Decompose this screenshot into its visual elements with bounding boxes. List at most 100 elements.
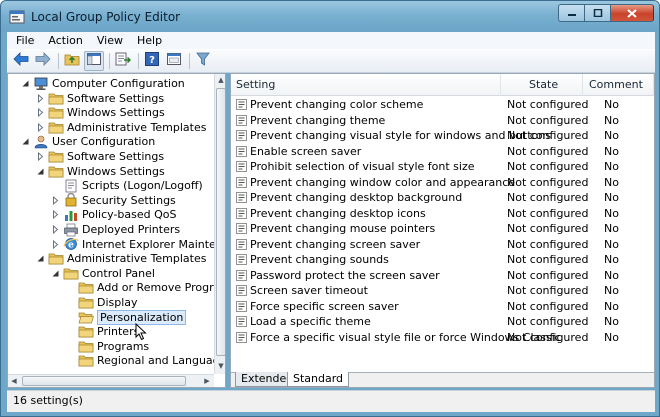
tree-item[interactable]: User Configuration [20,134,155,149]
expand-arrow-right-icon[interactable] [50,210,60,220]
tree-item[interactable]: Scripts (Logon/Logoff) [50,178,203,193]
tree-vertical-scroll-thumb[interactable] [216,88,225,356]
tree-item[interactable]: Software Settings [35,149,164,164]
expand-arrow-right-icon[interactable] [35,108,45,118]
help-button[interactable]: ? [142,51,162,71]
user-icon [33,135,49,149]
properties-button[interactable] [164,51,184,71]
table-row[interactable]: Enable screen saver Not configured No [231,144,654,159]
filter-button[interactable] [193,51,213,71]
show-hide-tree-button[interactable] [84,50,104,71]
tree-horizontal-scrollbar[interactable]: ◀ ▶ [8,374,214,387]
tab-standard[interactable]: Standard [287,372,350,387]
menu-help[interactable]: Help [130,32,169,49]
tree-item[interactable]: Printers [65,324,139,339]
scroll-right-arrow-icon[interactable]: ▶ [201,375,213,387]
tree-item[interactable]: Programs [65,339,149,354]
tree-item-label: Software Settings [67,150,165,163]
table-row[interactable]: Prevent changing mouse pointers Not confi… [231,221,654,236]
expand-arrow-down-icon[interactable] [35,254,45,264]
setting-state: Not configured [507,237,589,251]
expand-arrow-down-icon[interactable] [20,79,30,89]
export-list-button[interactable] [113,51,133,71]
table-row[interactable]: Force a specific visual style file or fo… [231,330,654,345]
maximize-button[interactable] [584,4,610,22]
tree-item[interactable]: Software Settings [35,91,164,106]
tree-item[interactable]: Security Settings [50,193,176,208]
close-button[interactable] [610,4,654,22]
folder-icon [78,354,94,368]
table-row[interactable]: Password protect the screen saver Not con… [231,268,654,283]
console-tree[interactable]: Computer Configuration Software Settings W… [7,73,226,388]
expand-arrow-down-icon[interactable] [35,166,45,176]
column-header-state[interactable]: State [501,74,583,96]
tree-item[interactable]: Windows Settings [35,105,165,120]
policy-setting-icon [236,285,247,296]
expand-arrow-right-icon[interactable] [35,122,45,132]
back-button[interactable] [11,51,31,71]
tree-item-label: Printers [97,325,140,339]
table-row[interactable]: Prevent changing screen saver Not configu… [231,237,654,252]
table-row[interactable]: Prevent changing desktop background Not c… [231,190,654,205]
svg-text:?: ? [149,55,155,66]
expand-arrow-right-icon[interactable] [35,152,45,162]
tree-item[interactable]: Administrative Templates [35,120,207,135]
expand-arrow-right-icon[interactable] [50,225,60,235]
policy-setting-icon [236,145,247,157]
tree-item[interactable]: Add or Remove Programs [65,280,225,295]
table-row[interactable]: Prevent changing theme Not configured No [231,113,654,128]
tree-item[interactable]: Deployed Printers [50,222,180,237]
tree-item[interactable]: e Internet Explorer Maintenance [50,237,225,252]
tree-item[interactable]: Administrative Templates [35,251,207,266]
scroll-left-arrow-icon[interactable]: ◀ [8,375,20,387]
expand-arrow-right-icon[interactable] [50,195,60,205]
menu-view[interactable]: View [90,32,130,49]
policy-setting-icon [236,207,247,219]
table-row[interactable]: Prevent changing visual style for window… [231,128,654,143]
minimize-button[interactable] [558,4,584,22]
tree-item[interactable]: Display [65,295,138,310]
chart-icon [63,208,79,222]
up-one-level-button[interactable] [62,51,82,71]
menu-file[interactable]: File [9,32,41,49]
column-header-comment[interactable]: Comment [583,74,654,96]
table-row[interactable]: Prevent changing desktop icons Not config… [231,206,654,221]
status-text: 16 setting(s) [13,394,83,407]
expand-arrow-right-icon[interactable] [50,239,60,249]
table-row[interactable]: Prevent changing color scheme Not configu… [231,97,654,112]
tree-item[interactable]: Control Panel [50,266,155,281]
setting-name: Prevent changing theme [250,113,386,127]
scroll-down-arrow-icon[interactable]: ▼ [215,360,225,372]
tree-item[interactable]: Policy-based QoS [50,207,177,222]
tree-item[interactable]: Windows Settings [35,164,165,179]
setting-comment: No [604,253,619,266]
title-bar[interactable]: Local Group Policy Editor [1,1,659,32]
tree-item[interactable]: Computer Configuration [20,76,185,91]
table-row[interactable]: Load a specific theme Not configured No [231,314,654,329]
setting-name: Prevent changing desktop background [250,191,463,204]
column-header-setting[interactable]: Setting [231,74,501,96]
scroll-up-arrow-icon[interactable]: ▲ [215,74,225,86]
forward-button[interactable] [33,51,53,71]
computer-icon [33,77,49,91]
toolbar-separator [109,52,110,69]
table-row[interactable]: Screen saver timeout Not configured No [231,283,654,298]
menu-action[interactable]: Action [41,32,89,49]
tree-item-label: Software Settings [67,91,165,105]
tree-vertical-scrollbar[interactable]: ▲ ▼ [214,74,225,374]
table-row[interactable]: Prevent changing sounds Not configured No [231,252,654,267]
table-row[interactable]: Force specific screen saver Not configure… [231,299,654,314]
table-row[interactable]: Prevent changing window color and appear… [231,175,654,190]
setting-state: Not configured [507,222,589,235]
expand-arrow-down-icon[interactable] [20,137,30,147]
table-row[interactable]: Prohibit selection of visual style font … [231,159,654,174]
tree-horizontal-scroll-thumb[interactable] [22,376,186,386]
tree-item-label: Windows Settings [67,164,165,178]
tree-item[interactable]: Personalization [65,309,187,325]
expand-arrow-down-icon[interactable] [50,268,60,278]
expand-arrow-right-icon[interactable] [35,93,45,103]
settings-list[interactable]: Setting State Comment Prevent changing c… [230,73,655,388]
printer-icon [63,223,79,237]
tree-item[interactable]: Regional and Language Op [65,353,225,368]
